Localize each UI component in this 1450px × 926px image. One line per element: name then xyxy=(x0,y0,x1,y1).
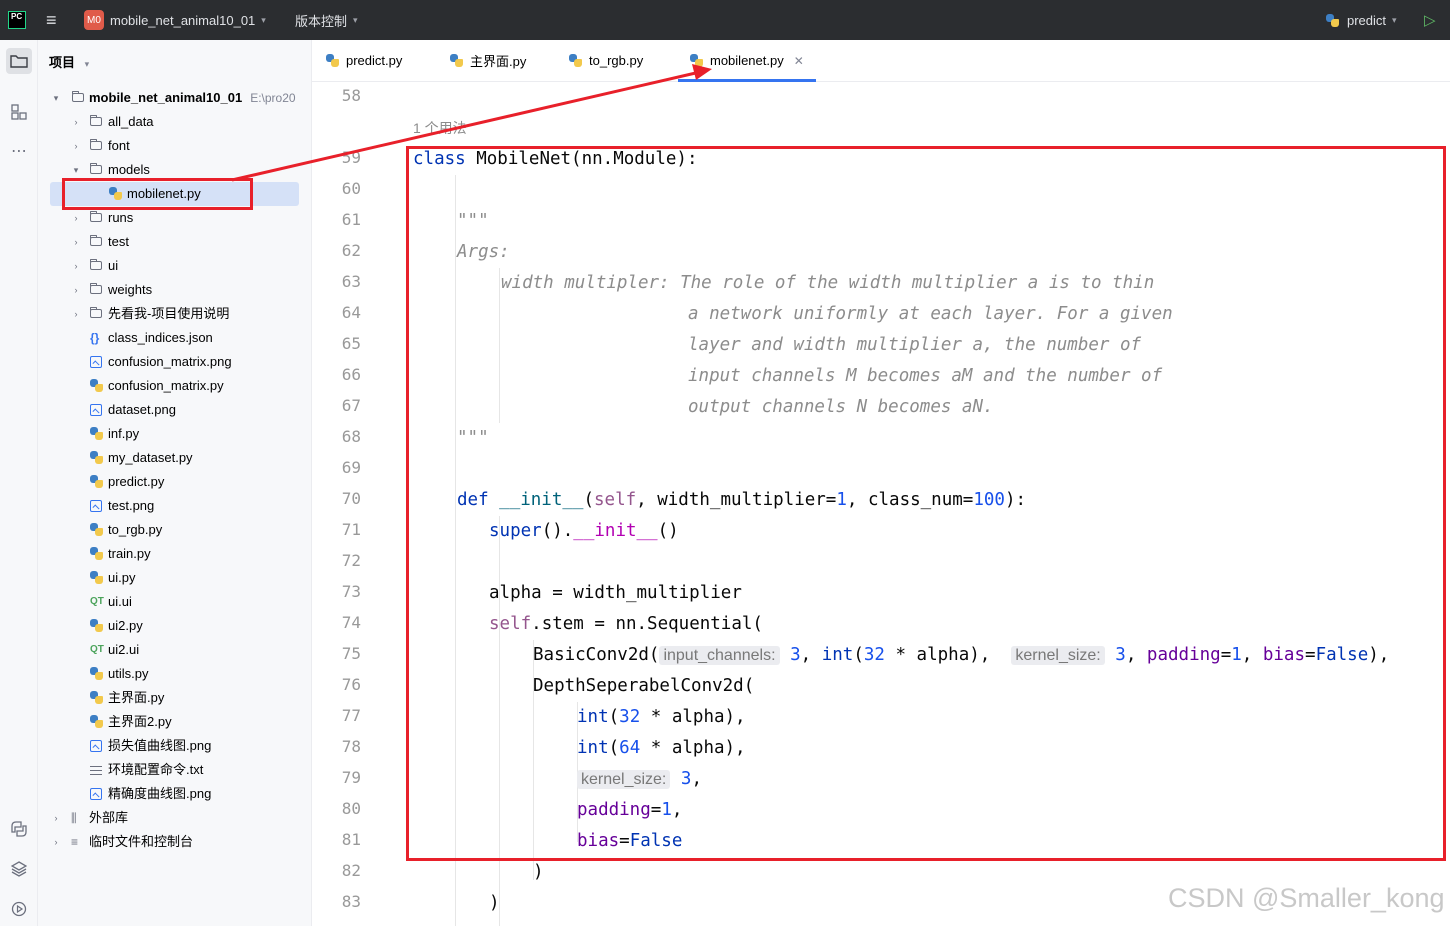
annotation-arrow xyxy=(231,64,712,182)
watermark: CSDN @Smaller_kong xyxy=(1168,883,1445,913)
